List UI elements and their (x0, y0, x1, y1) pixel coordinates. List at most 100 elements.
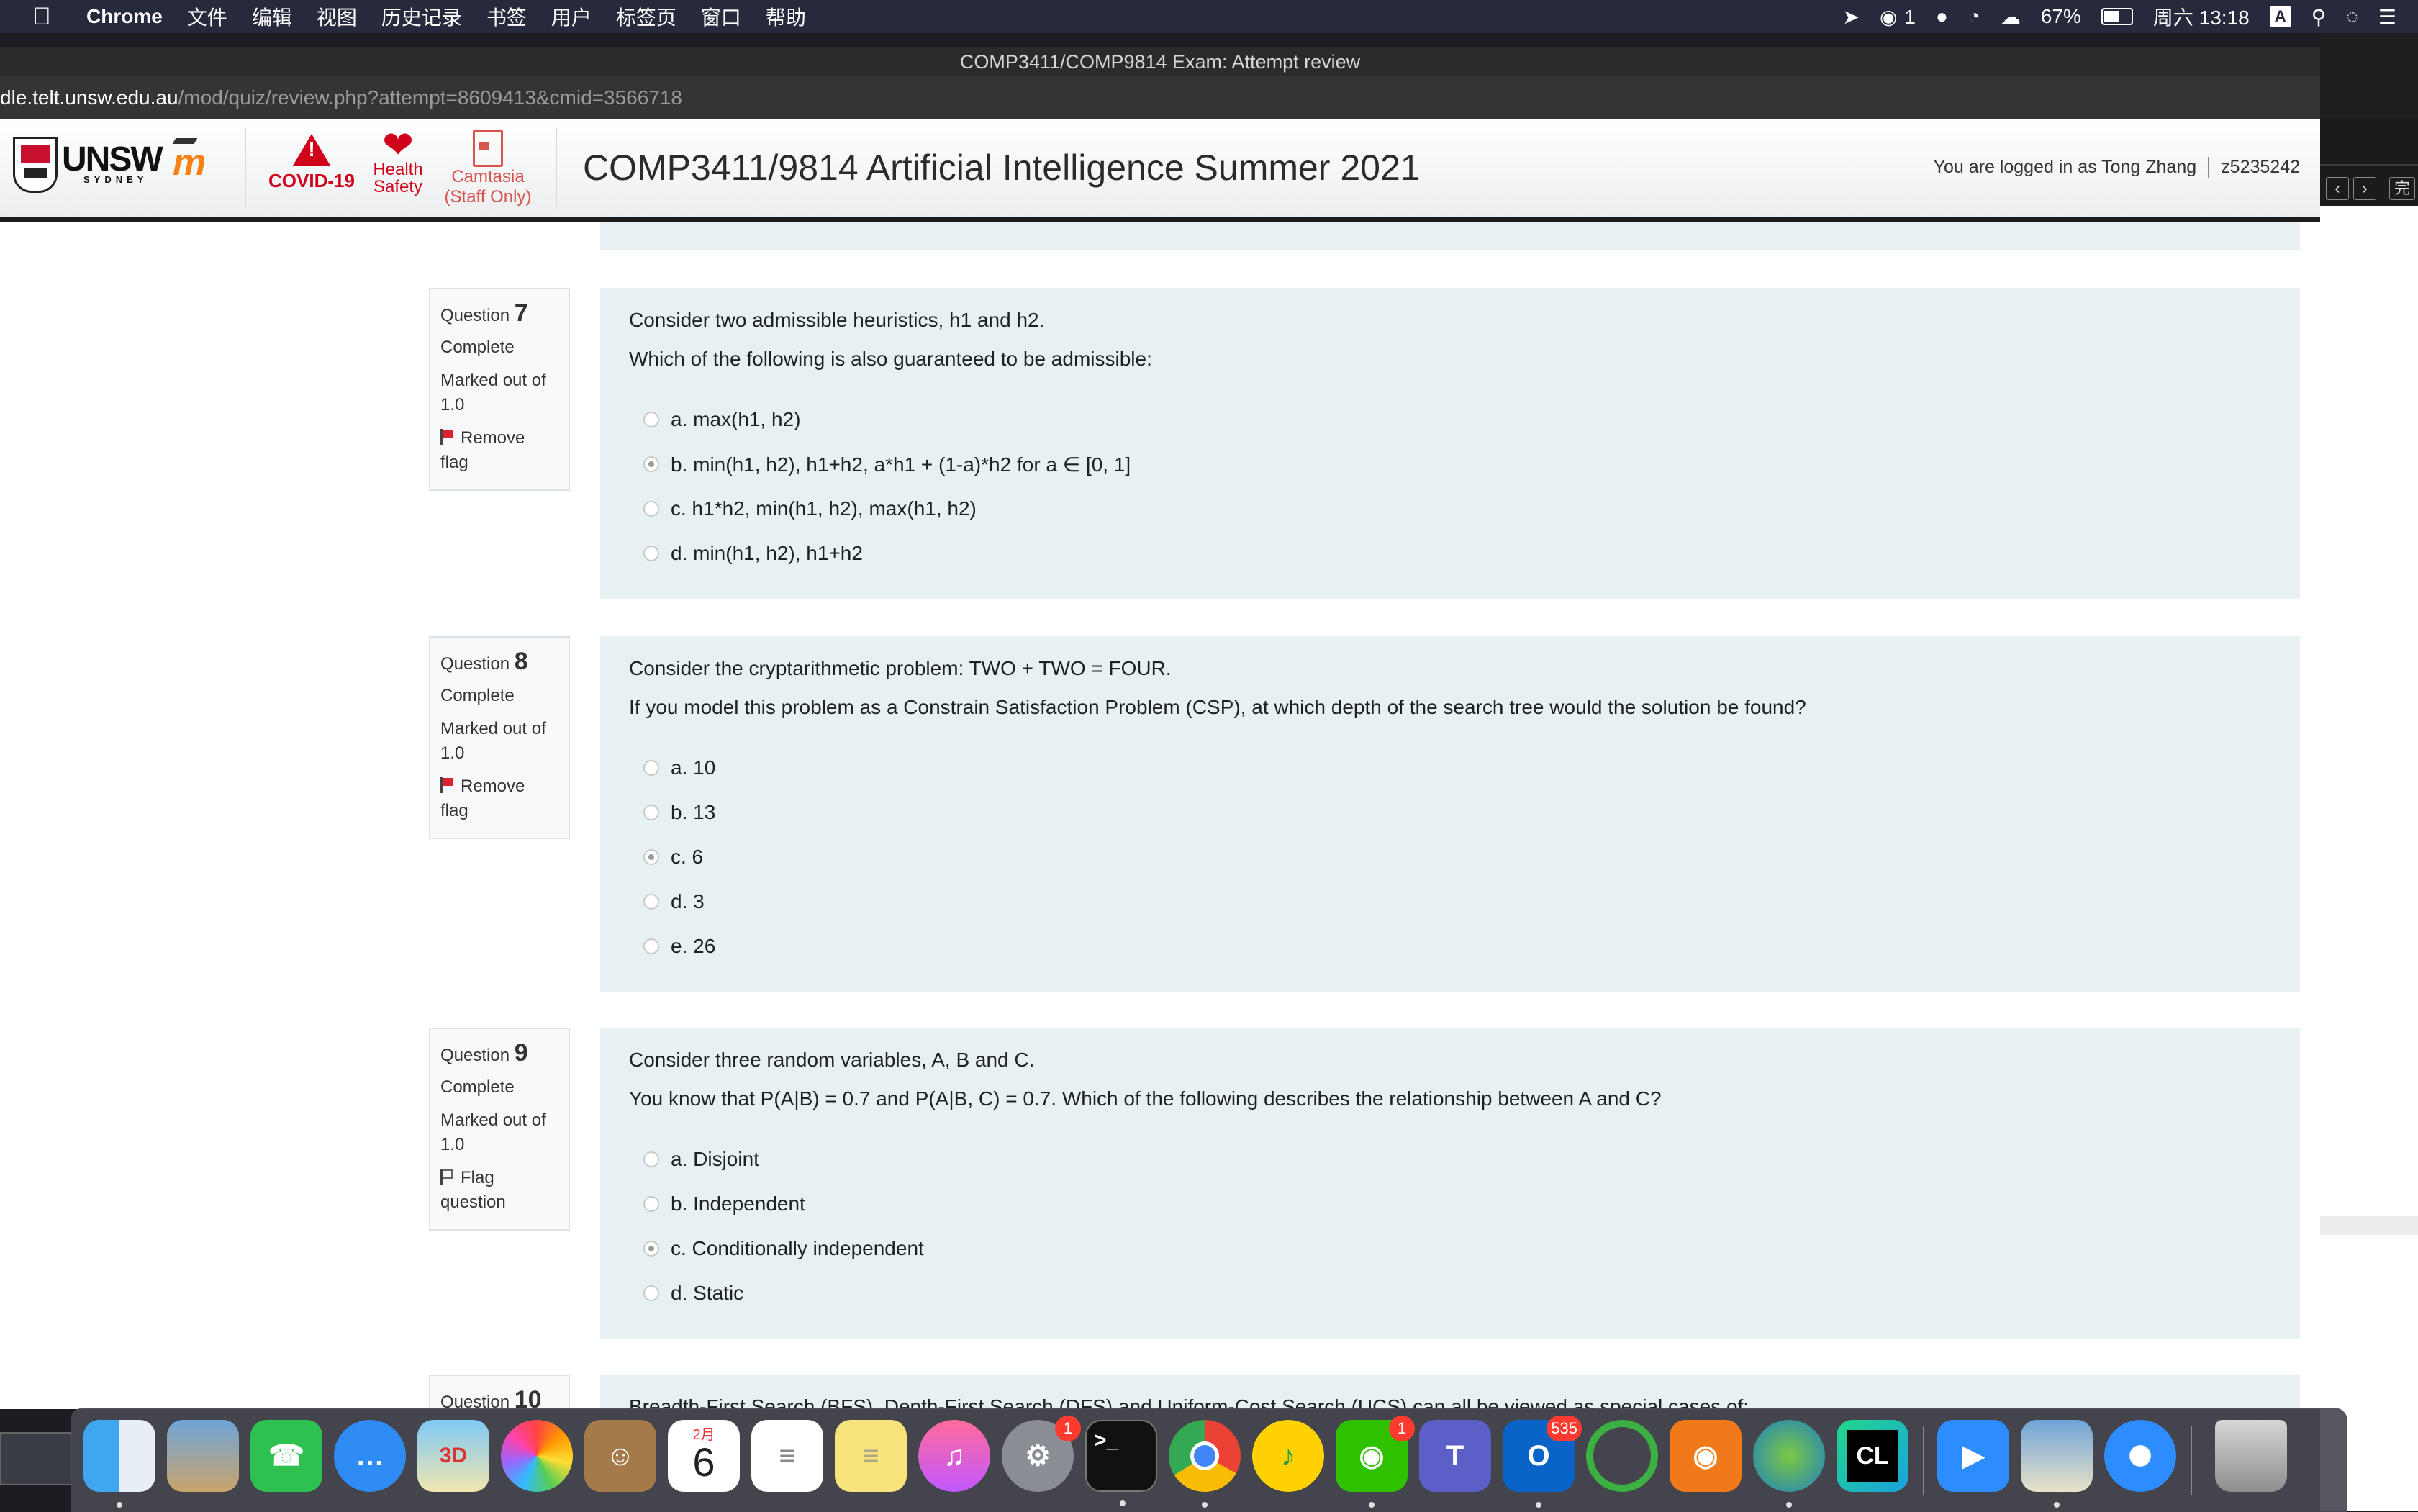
previous-question-content (600, 222, 2300, 250)
facetime-icon[interactable]: ☎ (250, 1420, 322, 1492)
siri-icon[interactable]: ◌ (2346, 5, 2358, 28)
user-menu[interactable]: You are logged in as Tong Zhang z5235242 (1934, 157, 2300, 179)
question-state: Complete (440, 1077, 515, 1097)
background-done-button[interactable]: 完 (2389, 177, 2415, 200)
network-app-icon[interactable] (1753, 1420, 1825, 1508)
covid-link[interactable]: ! COVID-19 (265, 134, 358, 192)
logged-in-text[interactable]: You are logged in as Tong Zhang (1934, 157, 2197, 177)
spotlight-search-icon[interactable]: ⚲ (2311, 5, 2327, 29)
location-arrow-icon[interactable]: ➤ (1843, 5, 1860, 29)
terminal-icon[interactable]: >_ (1085, 1420, 1157, 1506)
quiz-review-page: Question 7 Complete Marked out of 1.0 Rem… (0, 222, 2320, 1409)
address-bar[interactable]: dle.telt.unsw.edu.au/mod/quiz/review.php… (0, 76, 2320, 119)
answer-option[interactable]: a. Disjoint (629, 1137, 2271, 1182)
maps-icon[interactable]: 3D (417, 1420, 489, 1492)
health-safety-link[interactable]: ❤ Health Safety (366, 127, 430, 196)
radio-button-selected[interactable] (643, 849, 659, 865)
desktop-thumbnail[interactable] (0, 1432, 72, 1485)
unsw-logo-text[interactable]: UNSW (62, 140, 163, 179)
battery-percent[interactable]: 67% (2041, 5, 2081, 28)
answer-option[interactable]: b. 13 (629, 790, 2271, 835)
radio-button[interactable] (643, 546, 659, 561)
mail-stamp-icon[interactable] (167, 1420, 239, 1492)
finder-icon[interactable] (83, 1420, 155, 1508)
photos-icon[interactable] (501, 1420, 573, 1492)
teams-icon[interactable]: T (1419, 1420, 1491, 1492)
menu-people[interactable]: 用户 (551, 2, 592, 31)
answer-option[interactable]: c. h1*h2, min(h1, h2), max(h1, h2) (629, 486, 2271, 531)
answer-option[interactable]: b. Independent (629, 1182, 2271, 1226)
answer-option[interactable]: d. 3 (629, 879, 2271, 924)
contacts-icon[interactable]: ☺ (584, 1420, 656, 1492)
remove-flag-button[interactable]: Remove flag (440, 426, 558, 475)
preview-icon[interactable] (2021, 1420, 2093, 1508)
radio-button-selected[interactable] (643, 456, 659, 472)
remove-flag-button[interactable]: Remove flag (440, 774, 558, 823)
background-window-toolbar (2320, 33, 2418, 119)
question-grade: Marked out of 1.0 (440, 1110, 546, 1154)
sync-ring-icon[interactable] (1586, 1420, 1658, 1492)
flag-question-button[interactable]: Flag question (440, 1166, 558, 1215)
system-preferences-icon[interactable]: ⚙ 1 (1002, 1416, 1081, 1492)
wechat-status-icon[interactable]: ◉ 1 (1880, 5, 1916, 29)
music-icon[interactable]: ♫ (918, 1420, 990, 1492)
reminders-icon[interactable]: ≡ (751, 1420, 823, 1492)
zoom-icon[interactable]: ▶ (1937, 1420, 2009, 1492)
menu-clock[interactable]: 周六 13:18 (2153, 2, 2250, 31)
menu-help[interactable]: 帮助 (766, 2, 806, 31)
radio-button[interactable] (643, 894, 659, 910)
answer-option[interactable]: c. 6 (629, 835, 2271, 879)
cloud-sync-icon[interactable]: ☁ (2001, 5, 2021, 29)
clion-icon[interactable]: CL (1837, 1420, 1908, 1492)
radio-button[interactable] (643, 1151, 659, 1167)
answer-option[interactable]: d. min(h1, h2), h1+h2 (629, 531, 2271, 576)
course-title[interactable]: COMP3411/9814 Artificial Intelligence Su… (583, 147, 1421, 189)
calendar-icon[interactable]: 2月 6 (668, 1420, 740, 1492)
trash-icon[interactable] (2215, 1420, 2287, 1492)
radio-button[interactable] (643, 938, 659, 954)
apple-menu-icon[interactable]:  (26, 3, 58, 31)
status-app-icon[interactable]: ● (1936, 5, 1948, 28)
radio-button[interactable] (643, 1196, 659, 1212)
menu-tabs[interactable]: 标签页 (616, 2, 676, 31)
chrome-icon[interactable] (1169, 1420, 1241, 1508)
radio-button[interactable] (643, 501, 659, 517)
moodle-logo-icon[interactable]: m (173, 141, 206, 184)
background-prev-button[interactable]: ‹ (2326, 177, 2349, 200)
input-method-icon[interactable]: A (2269, 6, 2291, 27)
background-window-divider (2320, 164, 2418, 166)
radio-button[interactable] (643, 1285, 659, 1301)
menu-app-name[interactable]: Chrome (86, 5, 163, 28)
tiger-app-icon[interactable]: ◉ (1670, 1420, 1742, 1492)
radio-button-selected[interactable] (643, 1241, 659, 1257)
answer-option[interactable]: d. Static (629, 1271, 2271, 1316)
battery-icon[interactable] (2101, 8, 2133, 25)
menu-file[interactable]: 文件 (187, 2, 227, 31)
radio-button[interactable] (643, 412, 659, 427)
camtasia-link[interactable]: Camtasia (Staff Only) (438, 130, 538, 207)
url-path: /mod/quiz/review.php?attempt=8609413&cmi… (178, 86, 683, 109)
notification-center-icon[interactable]: ☰ (2378, 5, 2396, 29)
vpn-globe-icon[interactable]: ◔ (1968, 5, 1980, 28)
answer-option[interactable]: b. min(h1, h2), h1+h2, a*h1 + (1-a)*h2 f… (629, 442, 2271, 486)
menu-edit[interactable]: 编辑 (252, 2, 292, 31)
radio-button[interactable] (643, 805, 659, 820)
unsw-crest-logo[interactable] (13, 137, 58, 193)
answer-option[interactable]: e. 26 (629, 924, 2271, 969)
question-number: Question 10 (440, 1386, 542, 1409)
notes-icon[interactable]: ≡ (835, 1420, 907, 1492)
menu-view[interactable]: 视图 (317, 2, 357, 31)
menu-history[interactable]: 历史记录 (381, 2, 462, 31)
background-next-button[interactable]: › (2353, 177, 2376, 200)
safari-icon[interactable] (2104, 1420, 2176, 1492)
menu-window[interactable]: 窗口 (701, 2, 741, 31)
menu-bookmarks[interactable]: 书签 (486, 2, 527, 31)
answer-option[interactable]: a. max(h1, h2) (629, 397, 2271, 442)
wechat-icon[interactable]: ◉ 1 (1336, 1416, 1415, 1508)
radio-button[interactable] (643, 760, 659, 776)
answer-option[interactable]: a. 10 (629, 746, 2271, 790)
music-player-icon[interactable]: ♪ (1252, 1420, 1324, 1492)
answer-option[interactable]: c. Conditionally independent (629, 1226, 2271, 1271)
messages-icon[interactable]: … (334, 1420, 406, 1492)
outlook-icon[interactable]: O 535 (1503, 1416, 1582, 1508)
